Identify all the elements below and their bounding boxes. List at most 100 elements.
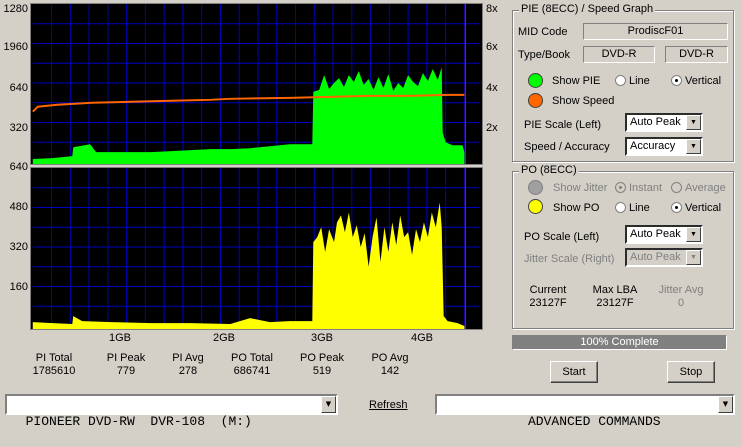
type-book-label: Type/Book xyxy=(518,49,570,61)
current-value: 23127F xyxy=(529,297,567,309)
max-lba-value: 23127F xyxy=(596,297,634,309)
show-po-label[interactable]: Show PO xyxy=(553,202,599,214)
jitter-scale-value: Auto Peak xyxy=(630,251,681,263)
show-pie-label[interactable]: Show PIE xyxy=(552,75,600,87)
x-tick-3gb: 3GB xyxy=(310,332,333,344)
chevron-down-icon[interactable]: ▼ xyxy=(686,115,701,130)
drive-value: PIONEER DVD-RW DVR-108 (M:) xyxy=(25,414,252,429)
po-vertical-radio[interactable] xyxy=(671,202,682,213)
pie-group-title: PIE (8ECC) / Speed Graph xyxy=(519,3,656,15)
po-line-label[interactable]: Line xyxy=(629,202,650,214)
advanced-commands-value: ADVANCED COMMANDS xyxy=(527,414,661,429)
advanced-commands-select[interactable]: ADVANCED COMMANDS ▼ xyxy=(435,394,735,429)
pie-y-tick-2: 1960 xyxy=(3,41,28,53)
current-label: Current xyxy=(529,284,567,296)
po-scale-value: Auto Peak xyxy=(630,228,681,240)
jitter-average-label: Average xyxy=(685,182,726,194)
x-tick-1gb: 1GB xyxy=(108,332,131,344)
stat-label: PI Avg xyxy=(172,352,204,364)
pie-scale-label: PIE Scale (Left) xyxy=(524,119,602,131)
stop-button-label: Stop xyxy=(679,366,703,378)
pie-y-tick-4: 320 xyxy=(9,122,28,134)
stat-label: PO Avg xyxy=(371,352,409,364)
po-group-title: PO (8ECC) xyxy=(519,164,579,176)
pie-vertical-radio[interactable] xyxy=(671,75,682,86)
pie-scale-value: Auto Peak xyxy=(630,116,681,128)
stat-value: 278 xyxy=(178,365,198,377)
po-chart xyxy=(30,167,483,330)
stat-pi-total: PI Total 1785610 xyxy=(24,352,84,378)
stat-po-peak: PO Peak 519 xyxy=(292,352,352,378)
stat-label: PI Total xyxy=(35,352,73,364)
speed-accuracy-label: Speed / Accuracy xyxy=(524,141,610,153)
po-area xyxy=(32,202,465,329)
stat-value: 142 xyxy=(380,365,400,377)
speed-tick-4x: 4x xyxy=(486,82,498,94)
chevron-down-icon[interactable]: ▼ xyxy=(686,139,701,154)
po-color-swatch[interactable] xyxy=(528,199,543,214)
show-speed-label[interactable]: Show Speed xyxy=(552,95,614,107)
speed-color-swatch[interactable] xyxy=(528,93,543,108)
x-tick-4gb: 4GB xyxy=(410,332,433,344)
mid-code-value: ProdiscF01 xyxy=(583,23,728,40)
stat-pi-peak: PI Peak 779 xyxy=(96,352,156,378)
speed-tick-2x: 2x xyxy=(486,122,498,134)
stat-value: 1785610 xyxy=(32,365,76,377)
current-lba: Current 23127F xyxy=(518,284,578,310)
start-button-label: Start xyxy=(562,366,586,378)
jitter-color-swatch xyxy=(528,180,543,195)
po-line-radio[interactable] xyxy=(615,202,626,213)
speed-tick-8x: 8x xyxy=(486,3,498,15)
chevron-down-icon[interactable]: ▼ xyxy=(321,396,336,413)
pie-scale-select[interactable]: Auto Peak ▼ xyxy=(625,113,703,132)
progress-bar: 100% Complete xyxy=(512,335,727,350)
show-jitter-label: Show Jitter xyxy=(553,182,608,194)
jitter-avg: Jitter Avg 0 xyxy=(651,284,711,310)
pie-area xyxy=(32,67,465,164)
pie-y-tick-1: 1280 xyxy=(3,3,28,15)
po-y-tick-320: 320 xyxy=(9,241,28,253)
jitter-scale-label: Jitter Scale (Right) xyxy=(524,253,615,265)
start-button[interactable]: Start xyxy=(550,361,598,383)
progress-text: 100% Complete xyxy=(580,336,659,348)
speed-accuracy-select[interactable]: Accuracy ▼ xyxy=(625,137,703,156)
stat-value: 779 xyxy=(116,365,136,377)
jitter-instant-radio xyxy=(615,182,626,193)
book-type-value: DVD-R xyxy=(665,46,728,63)
stat-label: PO Total xyxy=(231,352,273,364)
stop-button[interactable]: Stop xyxy=(667,361,715,383)
pie-line-label[interactable]: Line xyxy=(629,75,650,87)
chevron-down-icon: ▼ xyxy=(686,250,701,265)
pie-color-swatch[interactable] xyxy=(528,73,543,88)
stat-label: PI Peak xyxy=(106,352,146,364)
stat-value: 519 xyxy=(312,365,332,377)
stat-value: 686741 xyxy=(233,365,271,377)
x-tick-2gb: 2GB xyxy=(212,332,235,344)
drive-select[interactable]: PIONEER DVD-RW DVR-108 (M:) ▼ xyxy=(5,394,338,429)
po-scale-select[interactable]: Auto Peak ▼ xyxy=(625,225,703,244)
stat-po-total: PO Total 686741 xyxy=(222,352,282,378)
jitter-avg-value: 0 xyxy=(677,297,685,309)
jitter-instant-label: Instant xyxy=(629,182,663,194)
max-lba: Max LBA 23127F xyxy=(585,284,645,310)
speed-tick-6x: 6x xyxy=(486,41,498,53)
refresh-button[interactable]: Refresh xyxy=(369,399,408,411)
chevron-down-icon[interactable]: ▼ xyxy=(718,396,733,413)
pie-y-tick-3: 640 xyxy=(9,82,28,94)
speed-accuracy-value: Accuracy xyxy=(630,140,676,152)
pie-speed-chart xyxy=(30,3,483,165)
po-y-tick-480: 480 xyxy=(9,201,28,213)
disc-type-value: DVD-R xyxy=(583,46,655,63)
jitter-avg-label: Jitter Avg xyxy=(658,284,704,296)
pie-line-radio[interactable] xyxy=(615,75,626,86)
stat-pi-avg: PI Avg 278 xyxy=(158,352,218,378)
max-lba-label: Max LBA xyxy=(592,284,638,296)
stat-label: PO Peak xyxy=(299,352,345,364)
chevron-down-icon[interactable]: ▼ xyxy=(686,227,701,242)
po-y-tick-160: 160 xyxy=(9,281,28,293)
po-vertical-label[interactable]: Vertical xyxy=(685,202,721,214)
jitter-average-radio xyxy=(671,182,682,193)
pie-vertical-label[interactable]: Vertical xyxy=(685,75,721,87)
mid-code-label: MID Code xyxy=(518,26,568,38)
po-scale-label: PO Scale (Left) xyxy=(524,231,600,243)
